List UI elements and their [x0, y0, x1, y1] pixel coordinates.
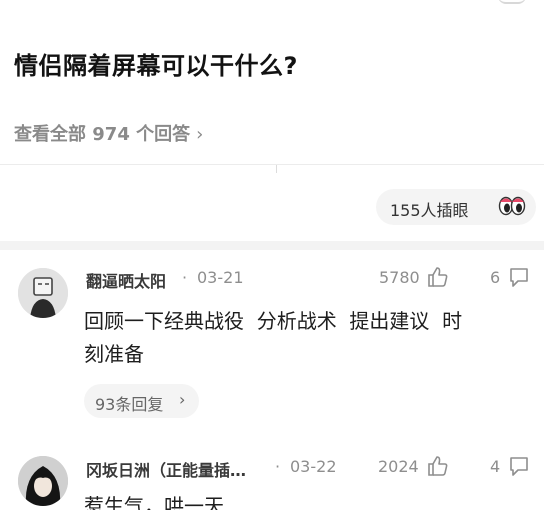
- thumbs-up-icon[interactable]: [427, 266, 449, 288]
- reaction-pill[interactable]: 155人插眼: [376, 189, 536, 225]
- replies-button[interactable]: 93条回复 ›: [84, 384, 199, 418]
- chevron-right-icon: ›: [196, 124, 204, 145]
- comment-icon[interactable]: [508, 266, 530, 288]
- replies-label: 93条回复: [95, 395, 164, 414]
- answer-text-line: 刻准备: [84, 342, 144, 366]
- answer-text-line: 回顾一下经典战役 分析战术 提出建议 时: [84, 309, 463, 333]
- answer-date: 03-22: [290, 457, 337, 476]
- avatar[interactable]: [18, 456, 68, 506]
- comment-icon[interactable]: [508, 455, 530, 477]
- answer-author[interactable]: 翻逼晒太阳: [86, 268, 166, 292]
- answer-author[interactable]: 冈坂日洲（正能量插…: [86, 457, 246, 481]
- top-edge-control: [498, 0, 526, 4]
- comment-count: 4: [490, 457, 501, 476]
- divider: [0, 164, 544, 165]
- divider-tick: [276, 165, 277, 173]
- chevron-right-icon: ›: [179, 390, 186, 409]
- thumbs-up-icon[interactable]: [427, 455, 449, 477]
- reaction-count: 155人插眼: [390, 201, 469, 220]
- section-separator: [0, 241, 544, 250]
- eyes-icon: [498, 196, 526, 216]
- avatar-character-icon: [18, 456, 68, 506]
- question-title: 情侣隔着屏幕可以干什么?: [14, 52, 298, 80]
- date-separator: ·: [275, 457, 281, 476]
- view-all-answers-link[interactable]: 查看全部 974 个回答 ›: [14, 120, 203, 146]
- like-count: 2024: [378, 457, 419, 476]
- answer-text[interactable]: 回顾一下经典战役 分析战术 提出建议 时 刻准备: [84, 305, 544, 371]
- answer-text[interactable]: 惹生气，哄一天: [84, 490, 524, 510]
- like-count: 5780: [379, 268, 420, 287]
- view-all-label: 查看全部 974 个回答: [14, 124, 191, 145]
- comment-count: 6: [490, 268, 501, 287]
- page: 情侣隔着屏幕可以干什么? 查看全部 974 个回答 › 155人插眼 翻逼晒太阳…: [0, 0, 544, 510]
- answer-text-line: 惹生气，哄一天: [84, 494, 224, 510]
- answer-date: 03-21: [197, 268, 244, 287]
- date-separator: ·: [182, 268, 188, 287]
- avatar-figure-icon: [18, 268, 68, 318]
- avatar[interactable]: [18, 268, 68, 318]
